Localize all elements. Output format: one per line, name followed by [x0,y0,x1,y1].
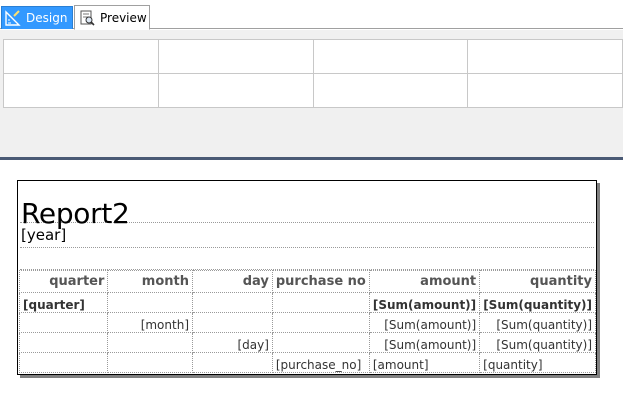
table-cell[interactable] [271,292,370,313]
grid-row [3,39,623,74]
grid-cell[interactable] [467,39,623,74]
grid-cell[interactable] [3,39,159,74]
header-cell-purchase-no[interactable]: purchase no [271,270,370,293]
table-cell[interactable] [107,292,193,313]
year-textbox[interactable]: [year] [20,223,594,248]
tablix-header-row: quarter month day purchase no amount qua… [18,270,596,293]
table-cell[interactable]: [quantity] [479,352,596,373]
tab-preview[interactable]: Preview [74,5,150,30]
table-row: [purchase_no] [amount] [quantity] [18,352,596,373]
spacer-row [20,248,594,270]
header-cell-quantity[interactable]: quantity [479,270,596,293]
table-cell[interactable] [271,332,370,353]
table-cell[interactable]: [quarter] [18,292,109,313]
year-field: [year] [21,226,67,244]
table-cell[interactable] [18,352,109,373]
table-cell[interactable] [18,312,109,333]
table-cell[interactable] [271,312,370,333]
grid-cell[interactable] [312,39,469,74]
view-tab-strip: Design Preview [0,0,623,30]
report-body[interactable]: Report2 [year] quarter month day purchas… [17,180,597,375]
header-cell-amount[interactable]: amount [368,270,481,293]
table-cell[interactable]: [Sum(quantity)] [479,332,596,353]
table-cell[interactable] [18,332,109,353]
table-cell[interactable]: [amount] [368,352,481,373]
table-cell[interactable]: [Sum(amount)] [368,292,481,313]
grid-row [3,73,623,108]
table-cell[interactable]: [Sum(quantity)] [479,292,596,313]
grid-cell[interactable] [157,39,314,74]
header-cell-day[interactable]: day [192,270,273,293]
table-row: [month] [Sum(amount)] [Sum(quantity)] [18,312,596,333]
dataset-grid-area [0,30,623,157]
table-row: [day] [Sum(amount)] [Sum(quantity)] [18,332,596,353]
header-cell-month[interactable]: month [107,270,193,293]
tab-design[interactable]: Design [1,6,73,29]
grid-cell[interactable] [467,73,623,108]
grid-cell[interactable] [157,73,314,108]
table-cell[interactable]: [Sum(quantity)] [479,312,596,333]
design-ruler-icon [5,10,21,26]
table-cell[interactable] [107,352,193,373]
table-cell[interactable] [192,292,273,313]
report-design-surface: Report2 [year] quarter month day purchas… [0,160,623,400]
grid-cell[interactable] [3,73,159,108]
report-designer: Design Preview Report2 [year] quarter mo… [0,0,623,400]
table-cell[interactable] [107,332,193,353]
table-cell[interactable]: [day] [192,332,273,353]
table-cell[interactable]: [Sum(amount)] [368,312,481,333]
table-cell[interactable]: [month] [107,312,193,333]
report-tablix[interactable]: quarter month day purchase no amount qua… [18,270,596,373]
table-cell[interactable] [192,352,273,373]
tab-design-label: Design [26,11,68,25]
dataset-grid [3,39,623,108]
grid-cell[interactable] [312,73,469,108]
tab-preview-label: Preview [100,10,147,25]
table-row: [quarter] [Sum(amount)] [Sum(quantity)] [18,292,596,313]
table-cell[interactable] [192,312,273,333]
report-title-textbox[interactable]: Report2 [20,193,594,229]
table-cell[interactable]: [purchase_no] [271,352,370,373]
table-cell[interactable]: [Sum(amount)] [368,332,481,353]
preview-page-icon [79,10,95,26]
header-cell-quarter[interactable]: quarter [18,270,109,293]
